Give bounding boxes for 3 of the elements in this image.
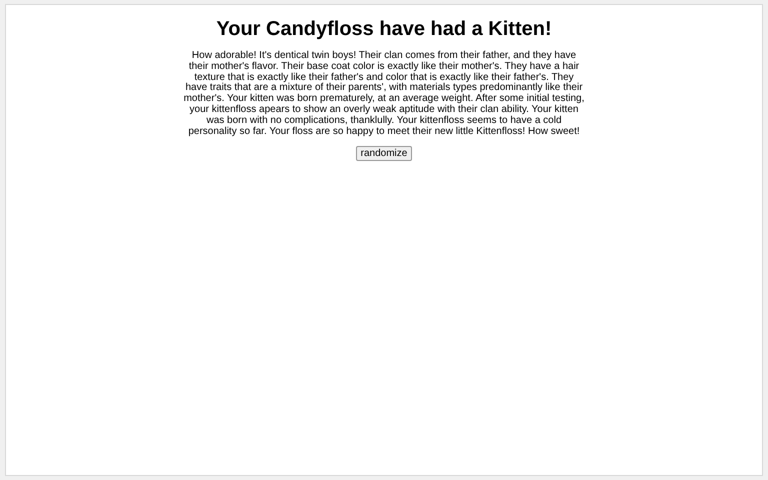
story-paragraph: How adorable! It's dentical twin boys! Their clan comes from their father, and they have their mother's flavor. Their base coat color is exactly like their mother's. They have a hair texture that is exactly like their father's and color that is exactly like their father's. They have traits that are a mixture of their parents', with materials types predominantly like their mother's. Your kitten was born prematurely, at an average weight. After some initial testing, your kittenfloss apears to show an overly weak aptitude with their clan ability. Your kitten was born with no complications, thanklully. Your kittenfloss seems to have a cold personality so far. Your floss are so happy to meet their new little Kittenfloss! How sweet! bbox=[183, 51, 585, 138]
randomize-button[interactable]: randomize bbox=[356, 146, 412, 162]
page-title: Your Candyfloss have had a Kitten! bbox=[216, 18, 552, 41]
